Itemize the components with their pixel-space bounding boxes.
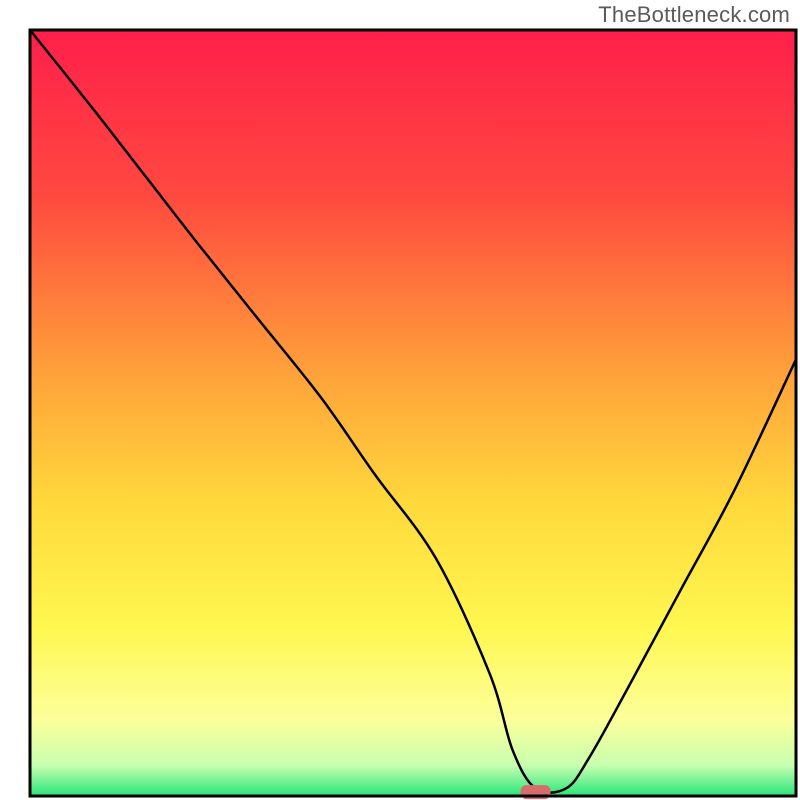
bottleneck-chart xyxy=(0,0,800,800)
plot-background xyxy=(30,30,796,796)
chart-container: TheBottleneck.com xyxy=(0,0,800,800)
